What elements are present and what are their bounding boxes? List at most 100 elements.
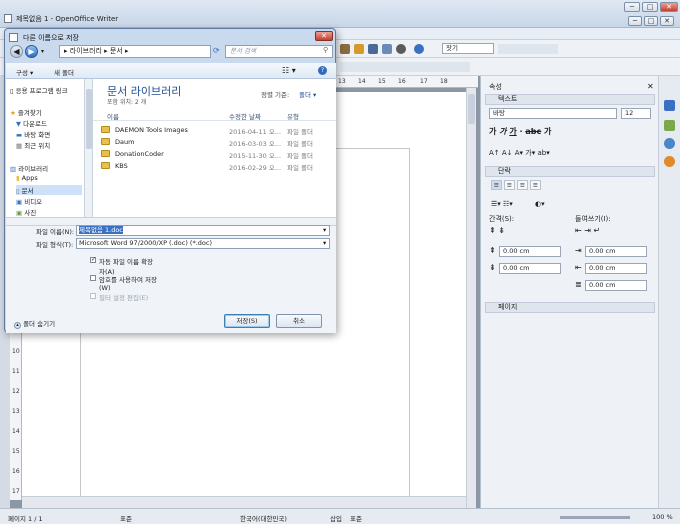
- writer-app-icon: [4, 14, 12, 23]
- vertical-scrollbar[interactable]: [466, 88, 476, 508]
- toolbar-icon-2[interactable]: [354, 44, 364, 54]
- filename-input[interactable]: 제목없음 1.doc ▾: [76, 225, 330, 236]
- nav-item-recent-programs[interactable]: ▯ 응용 프로그램 링크: [10, 85, 68, 95]
- minimize-button[interactable]: ─: [624, 2, 640, 12]
- spacing-buttons[interactable]: ⇞ ⇟: [489, 226, 505, 235]
- library-subtitle[interactable]: 포함 위치: 2 개: [107, 97, 146, 106]
- doc-minimize-button[interactable]: ─: [628, 16, 642, 26]
- doc-restore-button[interactable]: □: [644, 16, 658, 26]
- dialog-close-button[interactable]: ✕: [315, 31, 333, 41]
- refresh-icon[interactable]: ⟳: [213, 46, 220, 55]
- insert-mode[interactable]: 삽입: [330, 513, 342, 523]
- file-row[interactable]: DonationCoder 2015-11-30 오... 파일 폴더: [101, 150, 331, 160]
- zoom-level[interactable]: 100 %: [652, 513, 673, 521]
- toolbar-buttons-right[interactable]: [498, 44, 558, 54]
- properties-sidebar: 속성 ✕ 텍스트 바탕 12 가 가 가 · abc 가 A↑ A↓ A▾ 가▾…: [480, 76, 658, 508]
- below-spacing-spin[interactable]: 0.00 cm: [499, 263, 561, 274]
- organize-button[interactable]: 구성 ▾: [16, 67, 33, 77]
- ruler-tick: 15: [378, 78, 386, 85]
- filename-dropdown-icon[interactable]: ▾: [323, 226, 326, 235]
- doc-close-button[interactable]: ✕: [660, 16, 674, 26]
- password-checkbox[interactable]: [90, 275, 96, 281]
- vertical-ruler[interactable]: 10 11 12 13 14 15 16 17: [10, 330, 22, 500]
- maximize-button[interactable]: □: [642, 2, 658, 12]
- breadcrumb-documents[interactable]: 문서: [110, 47, 123, 55]
- nav-scrollbar[interactable]: [85, 79, 93, 217]
- zoom-slider[interactable]: [560, 516, 630, 519]
- view-options-icon[interactable]: ☷ ▾: [282, 66, 296, 75]
- align-justify-icon[interactable]: ≡: [530, 180, 541, 190]
- nav-item-videos[interactable]: ▣ 비디오: [16, 196, 42, 206]
- toolbar-icon-1[interactable]: [340, 44, 350, 54]
- paragraph-section-header[interactable]: 단락: [485, 166, 655, 177]
- search-input[interactable]: 문서 검색: [225, 45, 333, 58]
- font-name-combo[interactable]: 잣기: [442, 43, 494, 54]
- nav-libraries-header[interactable]: ▥ 라이브러리: [10, 163, 48, 173]
- language[interactable]: 한국어(대한민국): [240, 513, 287, 523]
- text-format-buttons[interactable]: A↑ A↓ A▾ 가▾ ab▾: [489, 148, 550, 158]
- hide-folders-toggle[interactable]: ▴ 폴더 숨기기: [14, 318, 55, 329]
- navigator-tab-icon[interactable]: [664, 156, 675, 167]
- file-row[interactable]: Daum 2016-03-03 오... 파일 폴더: [101, 138, 331, 148]
- column-type[interactable]: 유형: [287, 111, 299, 121]
- nav-item-apps[interactable]: ▮ Apps: [16, 174, 38, 182]
- sidebar-font-name[interactable]: 바탕: [489, 108, 617, 119]
- sidebar-font-size[interactable]: 12: [621, 108, 651, 119]
- filetype-select[interactable]: Microsoft Word 97/2000/XP (.doc) (*.doc)…: [76, 238, 330, 249]
- breadcrumb-libraries[interactable]: 라이브러리: [70, 47, 102, 55]
- video-icon: ▣: [16, 198, 25, 206]
- align-center-icon[interactable]: ≡: [504, 180, 515, 190]
- scroll-thumb[interactable]: [468, 94, 475, 124]
- toolbar-icon-3[interactable]: [368, 44, 378, 54]
- auto-extension-checkbox[interactable]: ✓: [90, 257, 96, 263]
- nav-item-downloads[interactable]: ▼ 다운로드: [16, 118, 47, 128]
- format-buttons[interactable]: [340, 62, 470, 72]
- align-left-icon[interactable]: ≡: [491, 180, 502, 190]
- after-indent-spin[interactable]: 0.00 cm: [585, 263, 647, 274]
- styles-tab-icon[interactable]: [664, 120, 675, 131]
- history-dropdown-icon[interactable]: ▾: [41, 48, 44, 55]
- search-icon[interactable]: ⚲: [323, 46, 328, 54]
- selection-mode[interactable]: 표준: [350, 513, 362, 523]
- nav-item-pictures[interactable]: ▣ 사진: [16, 207, 36, 217]
- help-icon[interactable]: [414, 44, 424, 54]
- nav-item-desktop[interactable]: ▬ 바탕 화면: [16, 129, 50, 139]
- nav-item-documents[interactable]: ▯ 문서: [16, 185, 82, 195]
- list-buttons[interactable]: ☰▾ ☷▾ ◐▾: [491, 200, 545, 208]
- table-icon[interactable]: [382, 44, 392, 54]
- page-style[interactable]: 표준: [120, 513, 132, 523]
- close-window-button[interactable]: ✕: [660, 2, 678, 12]
- find-icon[interactable]: [396, 44, 406, 54]
- back-icon[interactable]: ◀: [10, 45, 23, 58]
- new-folder-button[interactable]: 새 폴더: [54, 67, 74, 77]
- horizontal-ruler[interactable]: 13 14 15 16 17 18: [330, 76, 478, 88]
- address-bar[interactable]: ▸ 라이브러리 ▸ 문서 ▸: [59, 45, 211, 58]
- properties-tab-icon[interactable]: [664, 100, 675, 111]
- horizontal-scrollbar[interactable]: [22, 496, 466, 508]
- gallery-tab-icon[interactable]: [664, 138, 675, 149]
- file-row[interactable]: DAEMON Tools Images 2016-04-11 오... 파일 폴더: [101, 126, 331, 136]
- filetype-dropdown-icon[interactable]: ▾: [323, 239, 326, 248]
- forward-icon[interactable]: ▶: [25, 45, 38, 58]
- cancel-button[interactable]: 취소: [276, 314, 322, 328]
- file-name: DonationCoder: [115, 150, 164, 158]
- nav-scroll-thumb[interactable]: [86, 89, 92, 149]
- file-date: 2015-11-30 오...: [229, 152, 282, 160]
- above-spacing-spin[interactable]: 0.00 cm: [499, 246, 561, 257]
- column-date[interactable]: 수정한 날짜: [229, 111, 261, 121]
- file-row[interactable]: KBS 2016-02-29 오... 파일 폴더: [101, 162, 331, 172]
- first-line-indent-spin[interactable]: 0.00 cm: [585, 280, 647, 291]
- nav-favorites-header[interactable]: ★ 즐겨찾기: [10, 107, 42, 117]
- text-section-header[interactable]: 텍스트: [485, 94, 655, 105]
- sidebar-close-icon[interactable]: ✕: [647, 82, 654, 91]
- text-style-buttons[interactable]: 가 가 가 · abc 가: [489, 126, 551, 137]
- indent-buttons[interactable]: ⇤ ⇥ ↵: [575, 226, 600, 235]
- nav-item-recent-places[interactable]: ▦ 최근 위치: [16, 140, 50, 150]
- help-icon[interactable]: ?: [318, 66, 327, 75]
- align-right-icon[interactable]: ≡: [517, 180, 528, 190]
- save-button[interactable]: 저장(S): [224, 314, 270, 328]
- sort-dropdown[interactable]: 폴더 ▾: [299, 89, 316, 99]
- page-section-header[interactable]: 페이지: [485, 302, 655, 313]
- column-name[interactable]: 이름: [107, 111, 119, 121]
- before-indent-spin[interactable]: 0.00 cm: [585, 246, 647, 257]
